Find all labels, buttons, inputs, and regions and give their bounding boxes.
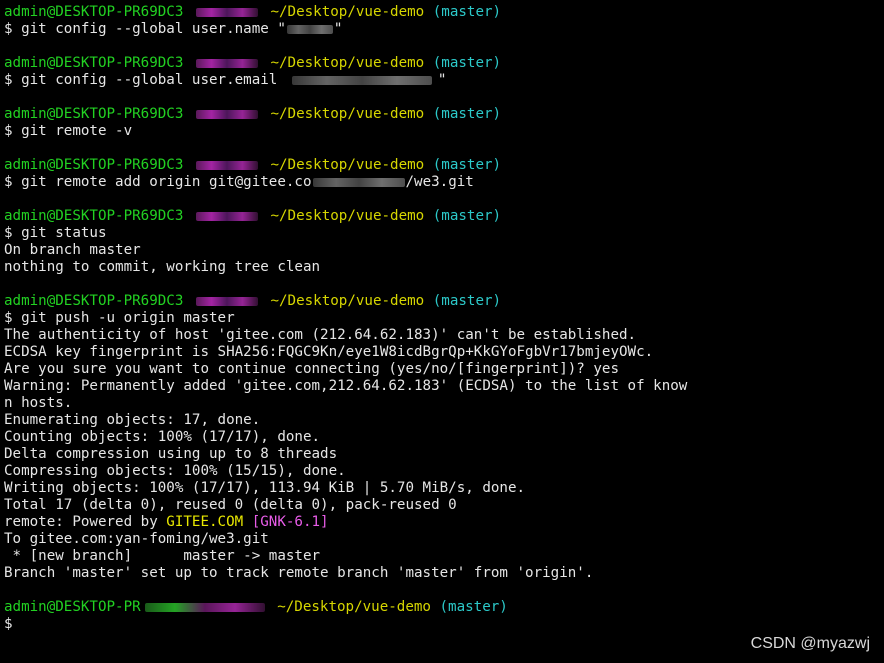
- prompt-branch: (master): [439, 599, 508, 615]
- output-line: Branch 'master' set up to track remote b…: [4, 565, 594, 581]
- remote-gnk-label: [GNK-6.1]: [251, 514, 329, 530]
- command-text: $ git remote add origin git@gitee.co: [4, 174, 312, 190]
- prompt-user: admin@DESKTOP-PR69DC3: [4, 106, 184, 122]
- prompt-branch: (master): [432, 208, 502, 224]
- remote-gitee-label: GITEE.COM: [166, 514, 244, 530]
- redacted-blur: [291, 75, 432, 85]
- output-line: Compressing objects: 100% (15/15), done.: [4, 463, 346, 479]
- prompt-user: admin@DESKTOP-PR69DC3: [4, 293, 184, 309]
- command-text-end: /we3.git: [405, 174, 474, 190]
- prompt-line: admin@DESKTOP-PR69DC3 ~/Desktop/vue-demo…: [4, 157, 884, 174]
- output-line: Enumerating objects: 17, done.: [4, 412, 261, 428]
- command-text: $ git status: [4, 225, 107, 241]
- command-text: $ git config --global user.name ": [4, 21, 286, 37]
- redacted-blur: [195, 58, 258, 68]
- redacted-blur: [195, 109, 258, 119]
- prompt-line: admin@DESKTOP-PR ~/Desktop/vue-demo (mas…: [4, 599, 884, 616]
- output-line: Writing objects: 100% (17/17), 113.94 Ki…: [4, 480, 526, 496]
- prompt-path: ~/Desktop/vue-demo: [270, 157, 425, 173]
- prompt-path: ~/Desktop/vue-demo: [270, 106, 425, 122]
- remote-line: remote: Powered by GITEE.COM [GNK-6.1]: [4, 514, 884, 531]
- remote-prefix: remote: Powered by: [4, 514, 167, 530]
- redacted-blur: [195, 160, 258, 170]
- output-line: Counting objects: 100% (17/17), done.: [4, 429, 321, 445]
- prompt-user: admin@DESKTOP-PR69DC3: [4, 208, 184, 224]
- prompt-user: admin@DESKTOP-PR69DC3: [4, 4, 184, 20]
- output-line: Total 17 (delta 0), reused 0 (delta 0), …: [4, 497, 457, 513]
- terminal-window[interactable]: admin@DESKTOP-PR69DC3 ~/Desktop/vue-demo…: [0, 0, 884, 663]
- command-text: $ git remote -v: [4, 123, 133, 139]
- redacted-blur: [195, 7, 258, 17]
- prompt-line: admin@DESKTOP-PR69DC3 ~/Desktop/vue-demo…: [4, 106, 884, 123]
- prompt-path: ~/Desktop/vue-demo: [270, 4, 425, 20]
- prompt-path: ~/Desktop/vue-demo: [277, 599, 431, 615]
- redacted-blur: [144, 602, 265, 612]
- prompt-line: admin@DESKTOP-PR69DC3 ~/Desktop/vue-demo…: [4, 208, 884, 225]
- output-line: ECDSA key fingerprint is SHA256:FQGC9Kn/…: [4, 344, 654, 360]
- command-line: $ git config --global user.email ": [4, 72, 884, 89]
- redacted-blur: [195, 211, 258, 221]
- output-line: Are you sure you want to continue connec…: [4, 361, 619, 377]
- output-line: On branch master: [4, 242, 141, 258]
- output-line: To gitee.com:yan-foming/we3.git: [4, 531, 269, 547]
- command-text-end: ": [437, 72, 447, 88]
- command-text-end: ": [333, 21, 343, 37]
- command-line: $ git push -u origin master: [4, 310, 235, 326]
- redacted-blur: [286, 24, 333, 34]
- prompt-branch: (master): [432, 157, 502, 173]
- prompt-user: admin@DESKTOP-PR69DC3: [4, 157, 184, 173]
- prompt-branch: (master): [432, 293, 502, 309]
- command-line: $ git remote add origin git@gitee.co/we3…: [4, 174, 884, 191]
- output-line: * [new branch] master -> master: [4, 548, 321, 564]
- redacted-blur: [195, 296, 258, 306]
- prompt-path: ~/Desktop/vue-demo: [270, 55, 425, 71]
- command-line: $ git status: [4, 225, 884, 242]
- prompt-branch: (master): [432, 55, 502, 71]
- output-line: The authenticity of host 'gitee.com (212…: [4, 327, 637, 343]
- prompt-branch: (master): [432, 106, 502, 122]
- output-line: n hosts.: [4, 395, 73, 411]
- prompt-user: admin@DESKTOP-PR69DC3: [4, 55, 184, 71]
- prompt-line: admin@DESKTOP-PR69DC3 ~/Desktop/vue-demo…: [4, 55, 884, 72]
- redacted-blur: [312, 177, 405, 187]
- prompt-branch: (master): [432, 4, 502, 20]
- command-line: $ git config --global user.name " ": [4, 21, 884, 38]
- command-line: $ git remote -v: [4, 123, 884, 140]
- prompt-line: admin@DESKTOP-PR69DC3 ~/Desktop/vue-demo…: [4, 4, 884, 21]
- output-line: Warning: Permanently added 'gitee.com,21…: [4, 378, 688, 394]
- command-text: $ git config --global user.email: [4, 72, 286, 88]
- prompt-user: admin@DESKTOP-PR: [4, 599, 141, 615]
- output-line: Delta compression using up to 8 threads: [4, 446, 338, 462]
- input-prompt[interactable]: $: [4, 616, 884, 633]
- prompt-path: ~/Desktop/vue-demo: [270, 208, 425, 224]
- prompt-path: ~/Desktop/vue-demo: [270, 293, 425, 309]
- output-line: nothing to commit, working tree clean: [4, 259, 321, 275]
- watermark: CSDN @myazwj: [750, 635, 870, 652]
- prompt-line: admin@DESKTOP-PR69DC3 ~/Desktop/vue-demo…: [4, 293, 884, 310]
